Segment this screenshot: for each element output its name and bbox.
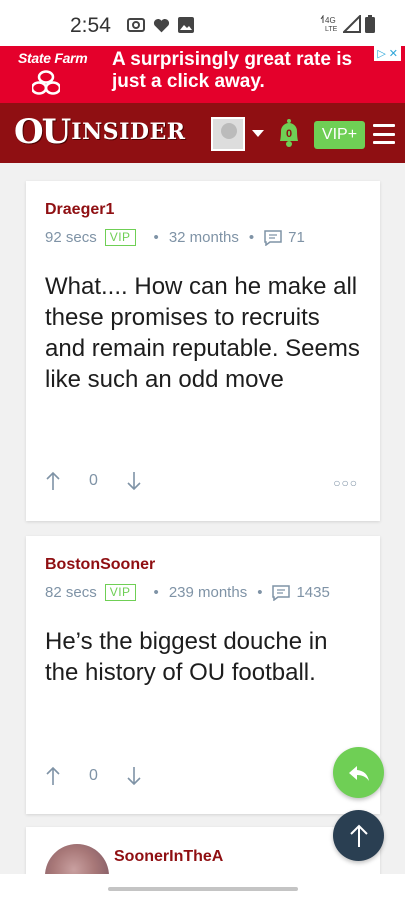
comment-body: What.... How can he make all these promi… xyxy=(45,273,360,393)
comment-username[interactable]: SoonerInTheA xyxy=(114,848,223,866)
site-header: OU INSIDER 0 VIP+ xyxy=(0,103,405,163)
status-bar: 2:54 4G LTE xyxy=(0,0,405,46)
vote-controls: 0 xyxy=(45,766,142,786)
scroll-to-top-button[interactable] xyxy=(333,810,384,861)
state-farm-logo-icon xyxy=(32,70,60,95)
comment-username[interactable]: BostonSooner xyxy=(45,556,155,574)
comment-body: He’s the biggest douche in the history o… xyxy=(45,628,328,686)
logo-insider: INSIDER xyxy=(71,119,186,145)
upvote-icon[interactable] xyxy=(45,766,61,786)
svg-text:LTE: LTE xyxy=(325,26,338,33)
post-count: 1435 xyxy=(296,584,330,601)
comment-time: 82 secs xyxy=(45,584,97,601)
network-type-icon: 4GLTE xyxy=(320,15,338,33)
post-count: 71 xyxy=(288,229,305,246)
comment-meta: 82 secs VIP • 239 months • 1435 xyxy=(45,584,330,601)
vote-count: 0 xyxy=(89,767,98,784)
heart-icon xyxy=(153,18,170,32)
vip-plus-button[interactable]: VIP+ xyxy=(314,121,365,149)
system-nav-bar xyxy=(0,874,405,900)
upvote-icon[interactable] xyxy=(45,471,61,491)
comment-username[interactable]: Draeger1 xyxy=(45,201,114,219)
chevron-down-icon[interactable] xyxy=(252,130,264,137)
vip-badge: VIP xyxy=(104,229,136,246)
image-icon xyxy=(178,17,194,33)
svg-text:4G: 4G xyxy=(325,16,336,25)
user-avatar[interactable] xyxy=(211,117,245,151)
more-options-icon[interactable]: ○○○ xyxy=(333,476,358,490)
notification-count: 0 xyxy=(286,128,292,140)
comment-icon xyxy=(264,229,282,246)
cast-icon xyxy=(127,18,145,32)
member-tenure: 32 months xyxy=(168,229,239,246)
comment-card: Draeger1 92 secs VIP • 32 months • 71 Wh… xyxy=(26,181,380,521)
reply-button[interactable] xyxy=(333,747,384,798)
vote-controls: 0 xyxy=(45,471,142,491)
adchoices-icon[interactable]: ▷ xyxy=(377,47,385,60)
comment-icon xyxy=(272,584,291,601)
ad-brand: State Farm xyxy=(18,50,88,66)
comment-meta: 92 secs VIP • 32 months • 71 xyxy=(45,229,305,246)
comment-card: BostonSooner 82 secs VIP • 239 months • … xyxy=(26,536,380,814)
comment-time: 92 secs xyxy=(45,229,97,246)
status-time: 2:54 xyxy=(70,14,111,37)
member-tenure: 239 months xyxy=(168,584,248,601)
ad-choices[interactable]: ▷ ✕ xyxy=(374,46,401,61)
home-gesture-handle[interactable] xyxy=(108,887,298,891)
status-system-icons: 4G LTE xyxy=(319,15,375,33)
ad-banner[interactable]: State Farm A surprisingly great rate is … xyxy=(0,46,405,103)
site-logo[interactable]: OU INSIDER xyxy=(14,113,201,151)
logo-ou: OU xyxy=(14,112,71,152)
status-notification-icons xyxy=(127,17,194,33)
ad-close-icon[interactable]: ✕ xyxy=(389,47,398,60)
arrow-up-icon xyxy=(349,824,368,847)
downvote-icon[interactable] xyxy=(126,766,142,786)
signal-icon xyxy=(343,15,361,33)
vip-badge: VIP xyxy=(104,584,136,601)
notification-bell-icon[interactable]: 0 xyxy=(276,117,302,149)
ad-headline: A surprisingly great rate is just a clic… xyxy=(112,49,353,92)
menu-icon[interactable] xyxy=(373,124,395,144)
battery-icon xyxy=(365,15,375,33)
reply-icon xyxy=(348,765,369,781)
downvote-icon[interactable] xyxy=(126,471,142,491)
vote-count: 0 xyxy=(89,472,98,489)
